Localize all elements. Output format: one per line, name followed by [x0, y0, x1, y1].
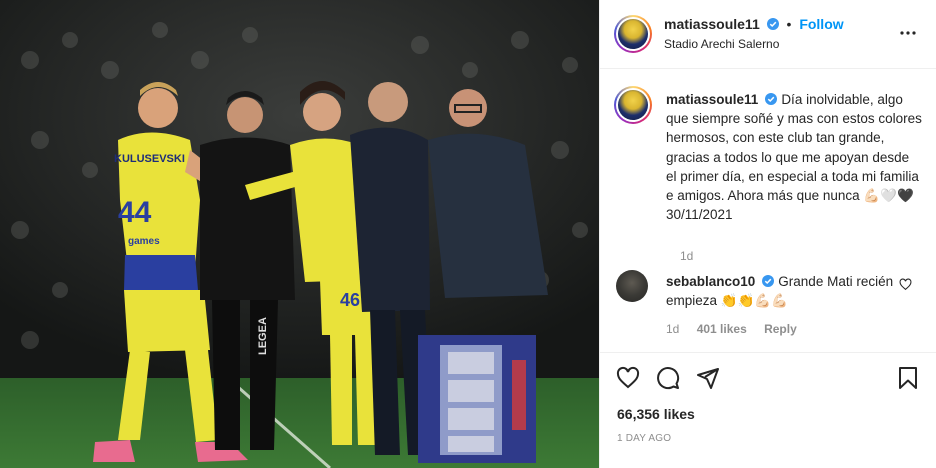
commenter-username[interactable]: sebablanco10 — [666, 274, 755, 289]
reply-button[interactable]: Reply — [764, 322, 797, 336]
svg-text:46: 46 — [340, 290, 360, 310]
author-avatar[interactable] — [614, 15, 652, 53]
comment-body: sebablanco10 Grande Mati recién empieza … — [666, 272, 898, 310]
svg-text:44: 44 — [118, 196, 152, 229]
verified-badge-icon — [765, 93, 778, 105]
comment-age[interactable]: 1d — [666, 322, 679, 336]
post-side-panel: matiassoule11 • Follow Stadio Arechi Sal… — [599, 0, 936, 468]
bookmark-icon[interactable] — [896, 366, 920, 390]
separator-dot: • — [786, 16, 792, 32]
caption-author-avatar[interactable] — [614, 86, 652, 124]
comment-likes[interactable]: 401 likes — [697, 322, 747, 336]
comment-icon[interactable] — [656, 366, 680, 390]
post-image[interactable]: KULUSEVSKI 44 games LEGEA 46 — [0, 0, 599, 468]
caption-age[interactable]: 1d — [680, 249, 693, 263]
comment-like-heart-icon[interactable] — [899, 278, 912, 291]
comments-section[interactable]: matiassoule11 Día inolvidable, algo que … — [600, 70, 936, 352]
post-photo-illustration: KULUSEVSKI 44 games LEGEA 46 — [0, 0, 599, 468]
verified-badge-icon — [766, 18, 779, 30]
commenter-avatar[interactable] — [616, 270, 648, 302]
follow-button[interactable]: Follow — [799, 16, 843, 32]
caption-body: matiassoule11 Día inolvidable, algo que … — [666, 90, 922, 224]
post-header: matiassoule11 • Follow Stadio Arechi Sal… — [600, 0, 936, 69]
svg-text:KULUSEVSKI: KULUSEVSKI — [114, 153, 185, 165]
svg-text:LEGEA: LEGEA — [257, 317, 269, 355]
verified-badge-icon — [762, 275, 775, 287]
post-timestamp[interactable]: 1 DAY AGO — [617, 433, 671, 444]
substitution-board — [418, 335, 536, 463]
comment-meta: 1d 401 likes Reply — [666, 322, 811, 336]
likes-count[interactable]: 66,356 likes — [617, 406, 695, 422]
author-username[interactable]: matiassoule11 — [664, 16, 760, 32]
post-location[interactable]: Stadio Arechi Salerno — [664, 37, 779, 51]
caption-username[interactable]: matiassoule11 — [666, 92, 758, 107]
post-actions: 66,356 likes 1 DAY AGO — [600, 352, 936, 468]
more-horizontal-icon[interactable] — [899, 24, 917, 42]
caption-text: Día inolvidable, algo que siempre soñé y… — [666, 92, 922, 223]
author-line: matiassoule11 • Follow — [664, 16, 844, 32]
heart-icon[interactable] — [616, 366, 640, 390]
svg-text:games: games — [128, 236, 160, 247]
share-icon[interactable] — [696, 366, 720, 390]
